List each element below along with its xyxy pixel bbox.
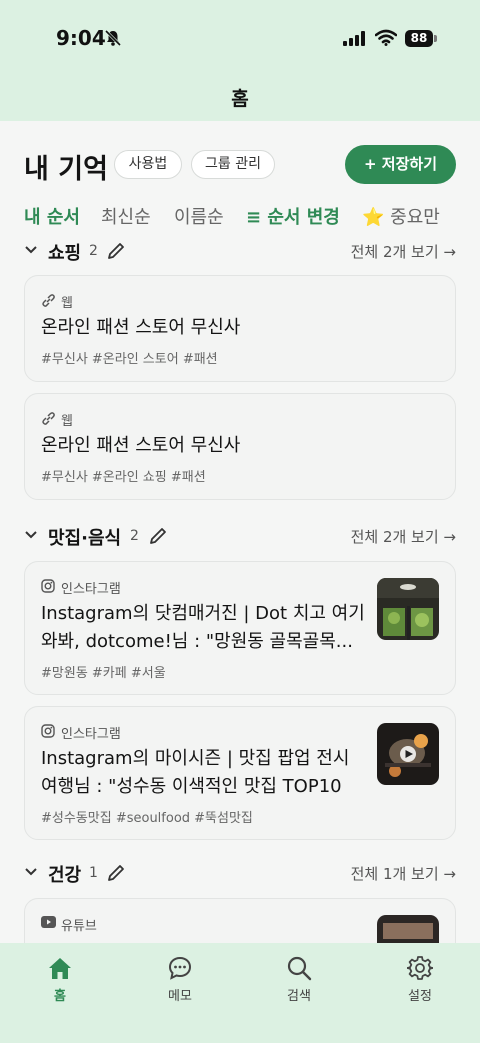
link-icon xyxy=(42,412,55,425)
chat-bubble-icon xyxy=(168,956,192,980)
sort-tab-my-order[interactable]: 내 순서 xyxy=(24,203,80,229)
chevron-down-icon[interactable] xyxy=(24,245,38,255)
chevron-down-icon[interactable] xyxy=(24,530,38,540)
instagram-icon xyxy=(41,579,55,593)
pencil-icon[interactable] xyxy=(106,863,126,883)
tab-search[interactable]: 검색 xyxy=(259,955,339,1004)
sort-tab-latest[interactable]: 최신순 xyxy=(101,203,151,229)
memory-card[interactable]: 웹 온라인 패션 스토어 무신사 #무신사 #온라인 스토어 #패션 xyxy=(24,275,456,382)
card-tags: #성수동맛집 #seoulfood #뚝섬맛집 xyxy=(41,811,253,826)
tab-home[interactable]: 홈 xyxy=(20,955,100,1004)
group-count: 1 xyxy=(89,865,98,881)
memory-card[interactable]: 웹 온라인 패션 스토어 무신사 #무신사 #온라인 쇼핑 #패션 xyxy=(24,393,456,500)
tab-label: 홈 xyxy=(54,989,66,1004)
group-name: 건강 xyxy=(48,865,82,886)
nav-title: 홈 xyxy=(231,88,249,110)
source-label: 웹 xyxy=(61,296,73,311)
group-header-health[interactable]: 건강 1 전체 1개 보기 → xyxy=(24,861,456,887)
change-order-button[interactable]: ≡ 순서 변경 xyxy=(246,203,340,229)
card-title: 온라인 패션 스토어 무신사 xyxy=(41,317,241,338)
battery-nub xyxy=(434,35,437,42)
source-label: 인스타그램 xyxy=(61,582,121,597)
card-tags: #망원동 #카페 #서울 xyxy=(41,666,166,681)
search-icon xyxy=(287,956,312,981)
battery-indicator: 88 xyxy=(405,30,433,47)
card-tags: #무신사 #온라인 스토어 #패션 xyxy=(41,352,218,367)
tab-label: 설정 xyxy=(408,989,432,1004)
group-name: 쇼핑 xyxy=(48,243,82,264)
thumbnail-image xyxy=(377,578,439,640)
video-thumbnail-image[interactable] xyxy=(377,723,439,785)
gear-icon xyxy=(407,956,433,980)
pencil-icon[interactable] xyxy=(106,241,126,261)
group-header-shopping[interactable]: 쇼핑 2 전체 2개 보기 → xyxy=(24,239,456,265)
view-all-link[interactable]: 전체 2개 보기 → xyxy=(351,241,456,262)
status-time: 9:04 xyxy=(56,26,106,50)
wifi-icon xyxy=(375,29,397,46)
group-count: 2 xyxy=(89,243,98,259)
group-name: 맛집·음식 xyxy=(48,528,122,549)
card-title: 온라인 패션 스토어 무신사 xyxy=(41,435,241,456)
view-all-link[interactable]: 전체 1개 보기 → xyxy=(351,863,456,884)
bell-off-icon xyxy=(104,29,122,47)
card-title-line2: 와봐, dotcome!님 : "망원동 골목골목... xyxy=(41,631,353,652)
usage-button[interactable]: 사용법 xyxy=(114,150,182,179)
group-count: 2 xyxy=(130,528,139,544)
source-label: 웹 xyxy=(61,414,73,429)
instagram-icon xyxy=(41,724,55,738)
memory-card[interactable]: 인스타그램 Instagram의 닷컴매거진 | Dot 치고 여기 와봐, d… xyxy=(24,561,456,695)
tab-label: 메모 xyxy=(168,989,192,1004)
important-filter-button[interactable]: ⭐ 중요만 xyxy=(362,203,440,229)
link-icon xyxy=(42,294,55,307)
home-icon xyxy=(49,958,71,979)
bottom-tab-bar: 홈 메모 검색 설정 xyxy=(0,943,480,1043)
page-title: 내 기억 xyxy=(24,154,108,185)
card-title-line1: Instagram의 마이시즌 | 맛집 팝업 전시 xyxy=(41,748,350,769)
top-bar: 9:04 88 홈 xyxy=(0,0,480,121)
chevron-down-icon[interactable] xyxy=(24,867,38,877)
source-label: 인스타그램 xyxy=(61,727,121,742)
youtube-icon xyxy=(41,916,56,928)
card-title-line2: 여행님 : "성수동 이색적인 맛집 TOP10 xyxy=(41,776,342,797)
pencil-icon[interactable] xyxy=(148,526,168,546)
tab-label: 검색 xyxy=(287,989,311,1004)
memory-card[interactable]: 인스타그램 Instagram의 마이시즌 | 맛집 팝업 전시 여행님 : "… xyxy=(24,706,456,840)
cellular-signal-icon xyxy=(343,31,365,46)
view-all-link[interactable]: 전체 2개 보기 → xyxy=(351,526,456,547)
group-header-food[interactable]: 맛집·음식 2 전체 2개 보기 → xyxy=(24,524,456,550)
card-title-line1: Instagram의 닷컴매거진 | Dot 치고 여기 xyxy=(41,603,365,624)
sort-tab-name[interactable]: 이름순 xyxy=(174,203,224,229)
source-label: 유튜브 xyxy=(61,919,97,934)
save-button[interactable]: + 저장하기 xyxy=(345,145,456,184)
tab-settings[interactable]: 설정 xyxy=(380,955,460,1004)
group-manage-button[interactable]: 그룹 관리 xyxy=(191,150,275,179)
tab-memo[interactable]: 메모 xyxy=(140,955,220,1004)
card-tags: #무신사 #온라인 쇼핑 #패션 xyxy=(41,470,206,485)
